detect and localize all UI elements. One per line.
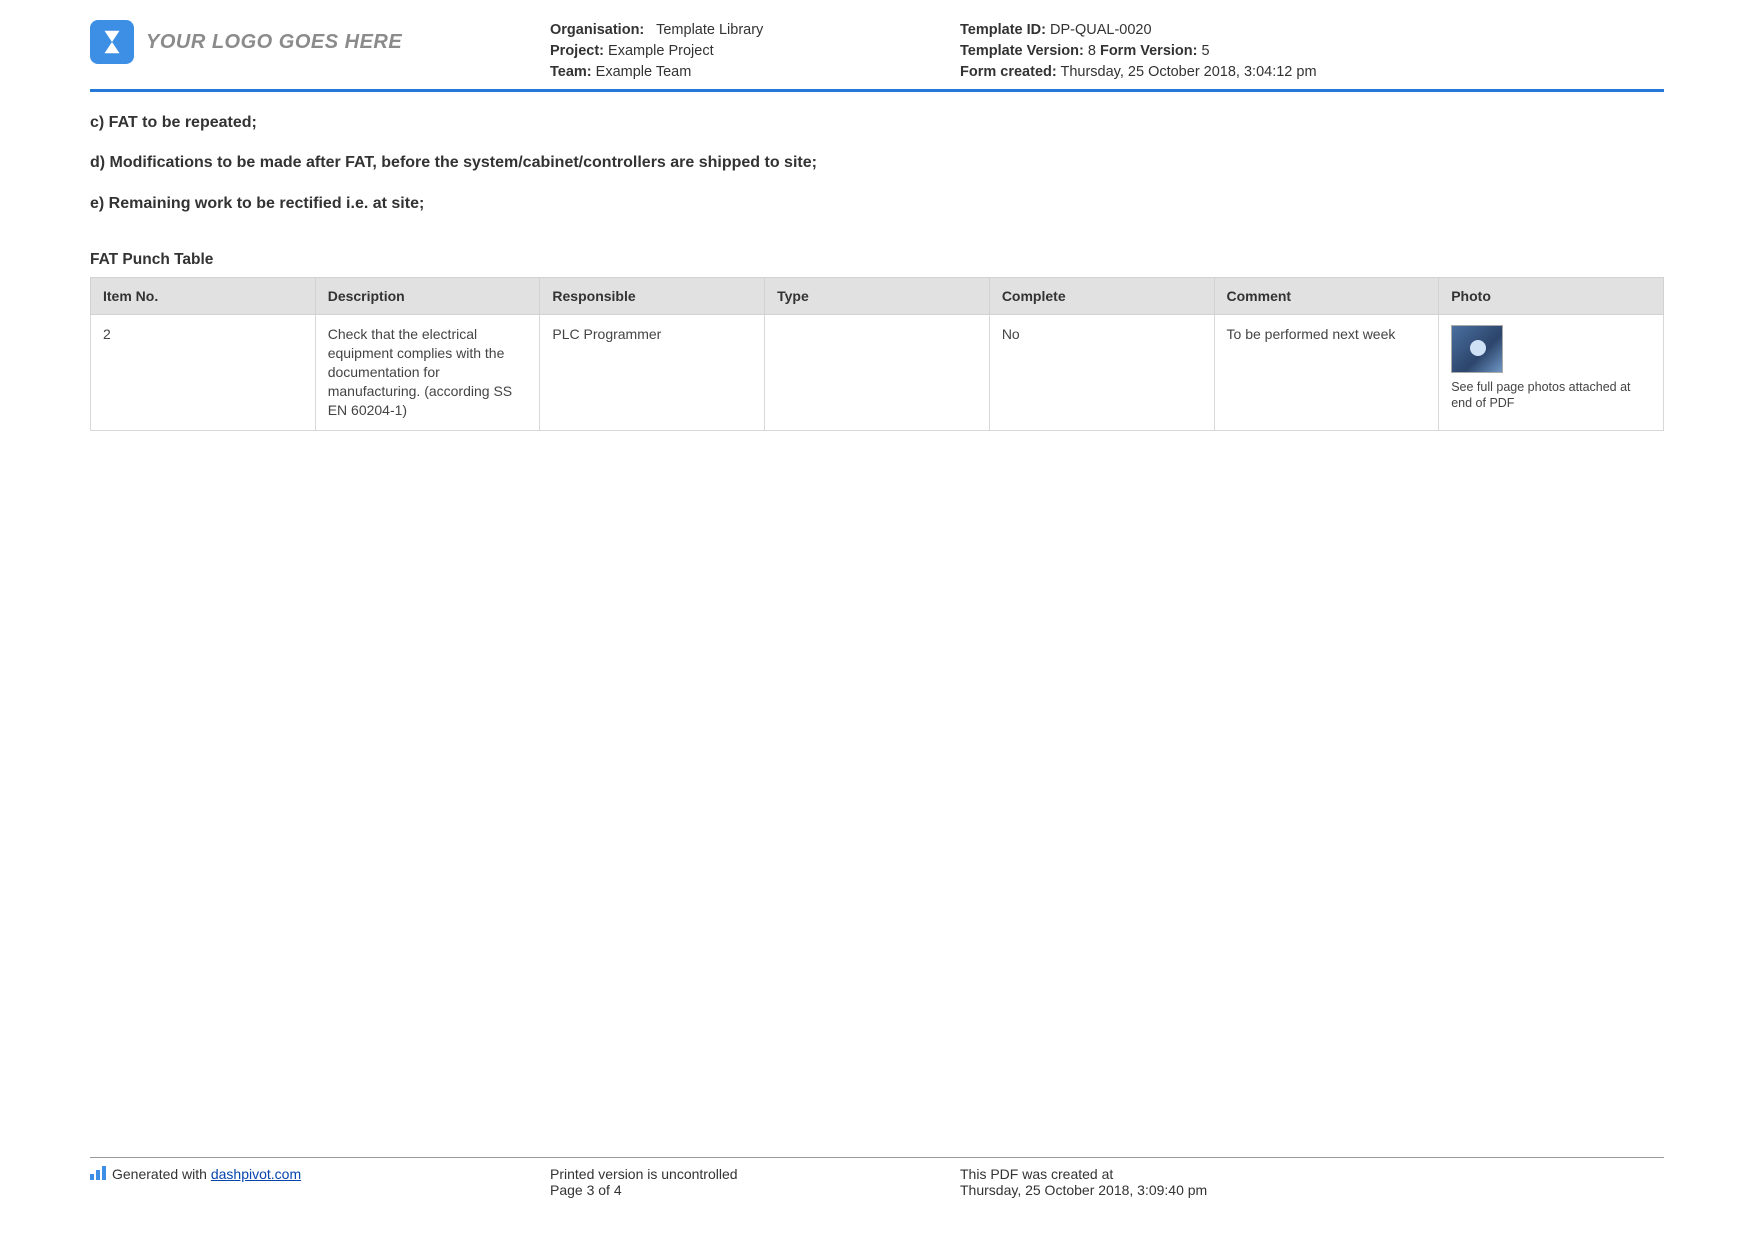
th-description: Description [315,278,540,315]
project-label: Project: [550,43,604,59]
cell-responsible: PLC Programmer [540,315,765,430]
generated-link[interactable]: dashpivot.com [211,1166,301,1182]
table-row: 2 Check that the electrical equipment co… [91,315,1664,430]
footer-center: Printed version is uncontrolled Page 3 o… [550,1166,960,1198]
logo-block: YOUR LOGO GOES HERE [90,20,540,64]
created-value: Thursday, 25 October 2018, 3:09:40 pm [960,1182,1664,1198]
th-comment: Comment [1214,278,1439,315]
logo-icon [90,20,134,64]
cell-comment: To be performed next week [1214,315,1439,430]
table-header-row: Item No. Description Responsible Type Co… [91,278,1664,315]
th-complete: Complete [989,278,1214,315]
fat-punch-table: Item No. Description Responsible Type Co… [90,277,1664,430]
printed-line: Printed version is uncontrolled [550,1166,960,1182]
th-photo: Photo [1439,278,1664,315]
document-header: YOUR LOGO GOES HERE Organisation: Templa… [90,20,1664,92]
body-line-c: c) FAT to be repeated; [90,112,1664,134]
project-value: Example Project [608,43,714,59]
cell-photo: See full page photos attached at end of … [1439,315,1664,430]
template-id-label: Template ID: [960,22,1046,38]
footer-left: Generated with dashpivot.com [90,1166,550,1198]
header-meta-left: Organisation: Template Library Project: … [540,20,950,83]
template-version-value: 8 [1088,43,1096,59]
logo-placeholder-text: YOUR LOGO GOES HERE [146,31,402,54]
team-value: Example Team [596,64,692,80]
th-responsible: Responsible [540,278,765,315]
form-created-label: Form created: [960,64,1057,80]
cell-item-no: 2 [91,315,316,430]
template-version-label: Template Version: [960,43,1084,59]
photo-note: See full page photos attached at end of … [1451,379,1651,412]
form-version-value: 5 [1202,43,1210,59]
document-footer: Generated with dashpivot.com Printed ver… [90,1157,1664,1198]
form-created-value: Thursday, 25 October 2018, 3:04:12 pm [1060,64,1316,80]
header-meta-right: Template ID: DP-QUAL-0020 Template Versi… [950,20,1664,83]
cell-type [765,315,990,430]
form-version-label: Form Version: [1100,43,1198,59]
footer-right: This PDF was created at Thursday, 25 Oct… [960,1166,1664,1198]
cell-complete: No [989,315,1214,430]
th-item-no: Item No. [91,278,316,315]
bars-icon [90,1166,106,1180]
organisation-value: Template Library [656,22,763,38]
organisation-label: Organisation: [550,22,644,38]
photo-thumbnail-icon [1451,325,1503,373]
generated-prefix: Generated with [112,1166,211,1182]
team-label: Team: [550,64,592,80]
page-line: Page 3 of 4 [550,1182,960,1198]
cell-description: Check that the electrical equipment comp… [315,315,540,430]
created-label: This PDF was created at [960,1166,1664,1182]
table-title: FAT Punch Table [90,251,1664,269]
template-id-value: DP-QUAL-0020 [1050,22,1152,38]
body-line-e: e) Remaining work to be rectified i.e. a… [90,193,1664,215]
body-line-d: d) Modifications to be made after FAT, b… [90,152,1664,174]
th-type: Type [765,278,990,315]
